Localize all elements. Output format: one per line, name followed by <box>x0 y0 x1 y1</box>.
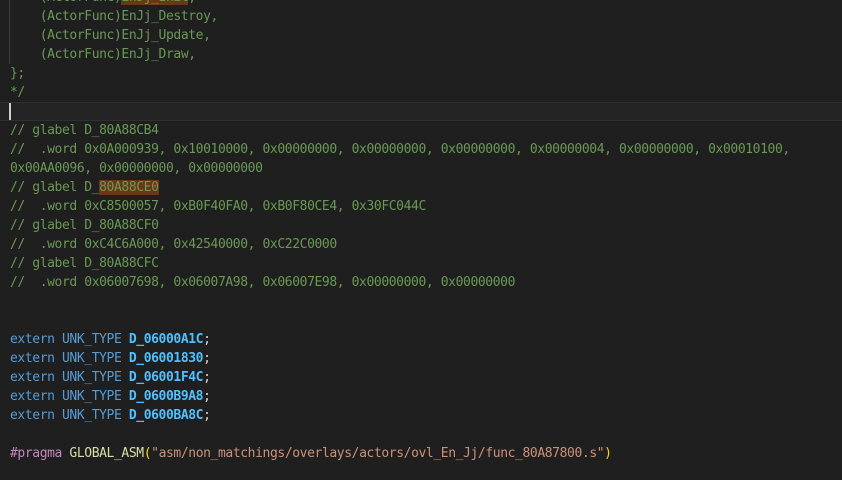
code-token: ; <box>203 351 210 366</box>
code-token: // glabel D_ <box>10 180 99 195</box>
word-D_80A88CF0[interactable]: // .word 0xC4C6A000, 0x42540000, 0xC22C0… <box>0 235 842 254</box>
code-token: UNK_TYPE <box>62 370 129 385</box>
code-token: extern <box>10 389 62 404</box>
extern-D_0600BA8C[interactable]: extern UNK_TYPE D_0600BA8C; <box>0 406 842 425</box>
pragma-global-asm[interactable]: #pragma GLOBAL_ASM("asm/non_matchings/ov… <box>0 444 842 463</box>
code-token: extern <box>10 351 62 366</box>
code-token: // glabel D_80A88CF0 <box>10 218 159 233</box>
extern-D_0600B9A8[interactable]: extern UNK_TYPE D_0600B9A8; <box>0 387 842 406</box>
extern-D_06001F4C[interactable]: extern UNK_TYPE D_06001F4C; <box>0 368 842 387</box>
code-token: }; <box>10 66 25 81</box>
block-comment-end[interactable]: */ <box>0 83 842 102</box>
code-token: // glabel D_80A88CFC <box>10 256 159 271</box>
cursor-line[interactable] <box>0 102 842 121</box>
extern-D_06001830[interactable]: extern UNK_TYPE D_06001830; <box>0 349 842 368</box>
code-lines: (ActorFunc)EnJj_Init, (ActorFunc)EnJj_De… <box>0 0 842 480</box>
glabel-D_80A88CB4[interactable]: // glabel D_80A88CB4 <box>0 121 842 140</box>
code-token: UNK_TYPE <box>62 332 129 347</box>
code-token: ; <box>203 389 210 404</box>
code-editor[interactable]: (ActorFunc)EnJj_Init, (ActorFunc)EnJj_De… <box>0 0 842 480</box>
code-token: D_06001830 <box>129 351 203 366</box>
word-D_80A88CB4[interactable]: // .word 0x0A000939, 0x10010000, 0x00000… <box>0 140 842 178</box>
code-token: , <box>188 0 195 5</box>
code-token: (ActorFunc)EnJj_Destroy, <box>10 9 218 24</box>
code-token: D_06000A1C <box>129 332 203 347</box>
code-token: // .word 0x0A000939, 0x10010000, 0x00000… <box>10 142 797 176</box>
text-cursor <box>9 103 11 120</box>
commented-closing-brace[interactable]: }; <box>0 64 842 83</box>
code-token: // .word 0xC4C6A000, 0x42540000, 0xC22C0… <box>10 237 337 252</box>
code-token: ; <box>203 370 210 385</box>
code-token: (ActorFunc)EnJj_Update, <box>10 28 211 43</box>
empty-line[interactable] <box>0 311 842 330</box>
code-token: */ <box>10 85 25 100</box>
extern-D_06000A1C[interactable]: extern UNK_TYPE D_06000A1C; <box>0 330 842 349</box>
code-token: "asm/non_matchings/overlays/actors/ovl_E… <box>151 446 604 461</box>
code-token: (ActorFunc) <box>10 0 121 5</box>
code-token: extern <box>10 408 62 423</box>
commented-actorfunc-destroy[interactable]: (ActorFunc)EnJj_Destroy, <box>0 7 842 26</box>
code-token: GLOBAL_ASM <box>69 446 143 461</box>
code-token: extern <box>10 370 62 385</box>
code-token: extern <box>10 332 62 347</box>
search-match-highlight: 80A88CE0 <box>99 180 158 195</box>
code-token: ; <box>203 408 210 423</box>
code-token: UNK_TYPE <box>62 351 129 366</box>
empty-line[interactable] <box>0 425 842 444</box>
empty-line[interactable] <box>0 463 842 480</box>
code-token: // .word 0x06007698, 0x06007A98, 0x06007… <box>10 275 515 290</box>
commented-actorfunc-draw[interactable]: (ActorFunc)EnJj_Draw, <box>0 45 842 64</box>
indent-guide <box>9 0 10 64</box>
search-match-highlight: EnJj_Init <box>121 0 188 5</box>
empty-line[interactable] <box>0 292 842 311</box>
code-token: #pragma <box>10 446 69 461</box>
code-token: UNK_TYPE <box>62 389 129 404</box>
glabel-D_80A88CF0[interactable]: // glabel D_80A88CF0 <box>0 216 842 235</box>
commented-actorfunc-init[interactable]: (ActorFunc)EnJj_Init, <box>0 0 842 7</box>
code-token: (ActorFunc)EnJj_Draw, <box>10 47 196 62</box>
commented-actorfunc-update[interactable]: (ActorFunc)EnJj_Update, <box>0 26 842 45</box>
code-token: D_0600B9A8 <box>129 389 203 404</box>
code-token: // glabel D_80A88CB4 <box>10 123 159 138</box>
code-token: ) <box>604 446 611 461</box>
word-D_80A88CE0[interactable]: // .word 0xC8500057, 0xB0F40FA0, 0xB0F80… <box>0 197 842 216</box>
code-token: // .word 0xC8500057, 0xB0F40FA0, 0xB0F80… <box>10 199 426 214</box>
word-D_80A88CFC[interactable]: // .word 0x06007698, 0x06007A98, 0x06007… <box>0 273 842 292</box>
code-token: D_06001F4C <box>129 370 203 385</box>
code-token: UNK_TYPE <box>62 408 129 423</box>
glabel-D_80A88CE0[interactable]: // glabel D_80A88CE0 <box>0 178 842 197</box>
code-token: D_0600BA8C <box>129 408 203 423</box>
code-token: ; <box>203 332 210 347</box>
glabel-D_80A88CFC[interactable]: // glabel D_80A88CFC <box>0 254 842 273</box>
